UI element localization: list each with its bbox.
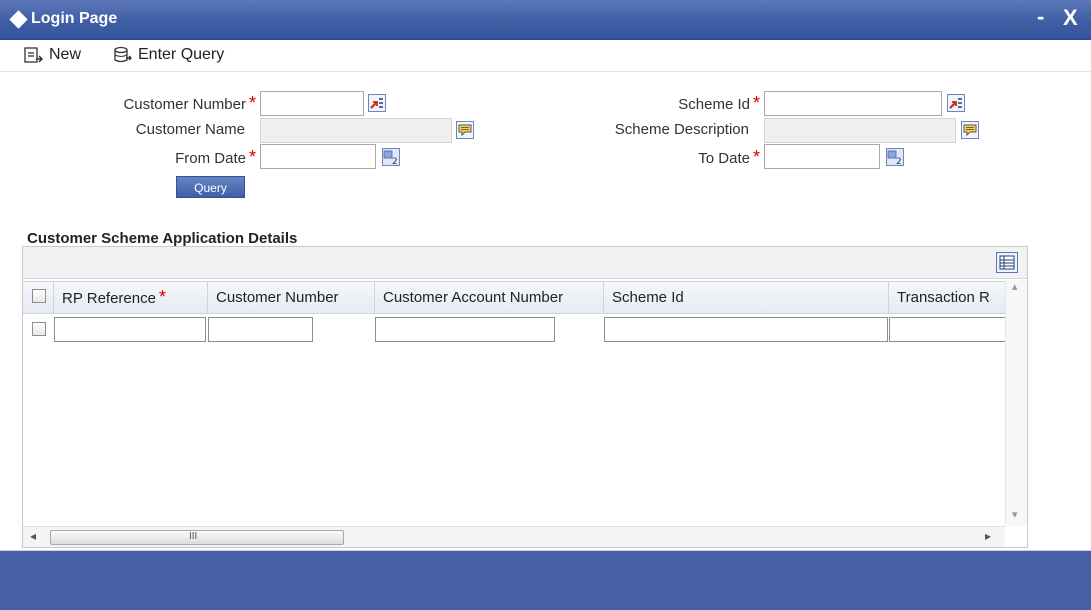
to-date-calendar-icon[interactable]: 2 — [886, 148, 904, 166]
close-button[interactable]: X — [1063, 5, 1078, 31]
details-grid: RP Reference * Customer Number Customer A… — [22, 246, 1028, 548]
scheme-id-lov-icon[interactable] — [947, 94, 965, 112]
minimize-button[interactable]: - — [1037, 4, 1044, 30]
table-row — [23, 315, 1005, 343]
required-marker: * — [158, 287, 166, 307]
column-header-transaction-r[interactable]: Transaction R — [889, 282, 1005, 313]
horizontal-scroll-thumb[interactable]: III — [50, 530, 344, 545]
scheme-description-label: Scheme Description — [614, 121, 749, 138]
customer-name-comment-icon[interactable] — [456, 121, 474, 139]
vertical-scrollbar[interactable]: ▴ ▾ — [1005, 280, 1027, 526]
svg-text:2: 2 — [896, 157, 902, 166]
column-header-scheme-id[interactable]: Scheme Id — [604, 282, 889, 313]
required-marker: * — [752, 147, 760, 167]
grid-toolbar — [23, 247, 1027, 279]
column-settings-icon[interactable] — [996, 252, 1018, 273]
from-date-calendar-icon[interactable]: 2 — [382, 148, 400, 166]
customer-number-field[interactable] — [260, 91, 364, 116]
scheme-id-label: Scheme Id * — [678, 93, 760, 113]
from-date-label: From Date * — [175, 147, 256, 167]
scroll-grip: III — [189, 531, 198, 542]
window-title: Login Page — [31, 10, 118, 27]
customer-number-lov-icon[interactable] — [368, 94, 386, 112]
customer-name-label: Customer Name — [135, 121, 245, 138]
new-label: New — [49, 46, 82, 63]
section-title: Customer Scheme Application Details — [27, 230, 298, 247]
query-button[interactable]: Query — [176, 176, 245, 198]
svg-text:2: 2 — [392, 157, 398, 166]
scheme-description-comment-icon[interactable] — [961, 121, 979, 139]
to-date-field[interactable] — [764, 144, 880, 169]
toolbar: New Enter Query — [0, 40, 1091, 72]
enter-query-label: Enter Query — [138, 46, 225, 63]
horizontal-scrollbar[interactable]: ◂ III ▸ — [23, 526, 1005, 547]
header-select-all-cell — [23, 282, 54, 313]
customer-number-cell-input[interactable] — [208, 317, 313, 342]
select-all-checkbox[interactable] — [32, 289, 46, 303]
enter-query-icon — [114, 46, 132, 63]
grid-header-row: RP Reference * Customer Number Customer A… — [23, 281, 1005, 314]
transaction-r-cell-input[interactable] — [889, 317, 1005, 342]
customer-account-number-cell-input[interactable] — [375, 317, 555, 342]
new-icon — [24, 47, 44, 63]
column-header-customer-account-number[interactable]: Customer Account Number — [375, 282, 604, 313]
app-diamond-icon — [9, 10, 28, 29]
footer-bar — [0, 550, 1091, 610]
required-marker: * — [248, 147, 256, 167]
to-date-label: To Date * — [698, 147, 760, 167]
scheme-id-cell-input[interactable] — [604, 317, 888, 342]
customer-number-label: Customer Number * — [123, 93, 256, 113]
scheme-description-field[interactable] — [764, 118, 956, 143]
scroll-up-arrow-icon[interactable]: ▴ — [1012, 280, 1018, 293]
column-header-rp-reference[interactable]: RP Reference * — [54, 282, 208, 313]
new-button[interactable]: New — [24, 46, 81, 64]
enter-query-button[interactable]: Enter Query — [113, 46, 224, 64]
scroll-left-arrow-icon[interactable]: ◂ — [30, 529, 36, 543]
required-marker: * — [752, 93, 760, 113]
customer-name-field[interactable] — [260, 118, 452, 143]
from-date-field[interactable] — [260, 144, 376, 169]
required-marker: * — [248, 93, 256, 113]
scroll-right-arrow-icon[interactable]: ▸ — [985, 529, 991, 543]
title-bar: Login Page - X — [0, 0, 1091, 40]
scroll-down-arrow-icon[interactable]: ▾ — [1012, 508, 1018, 521]
rp-reference-cell-input[interactable] — [54, 317, 206, 342]
row-checkbox[interactable] — [32, 322, 46, 336]
scheme-id-field[interactable] — [764, 91, 942, 116]
column-header-customer-number[interactable]: Customer Number — [208, 282, 375, 313]
